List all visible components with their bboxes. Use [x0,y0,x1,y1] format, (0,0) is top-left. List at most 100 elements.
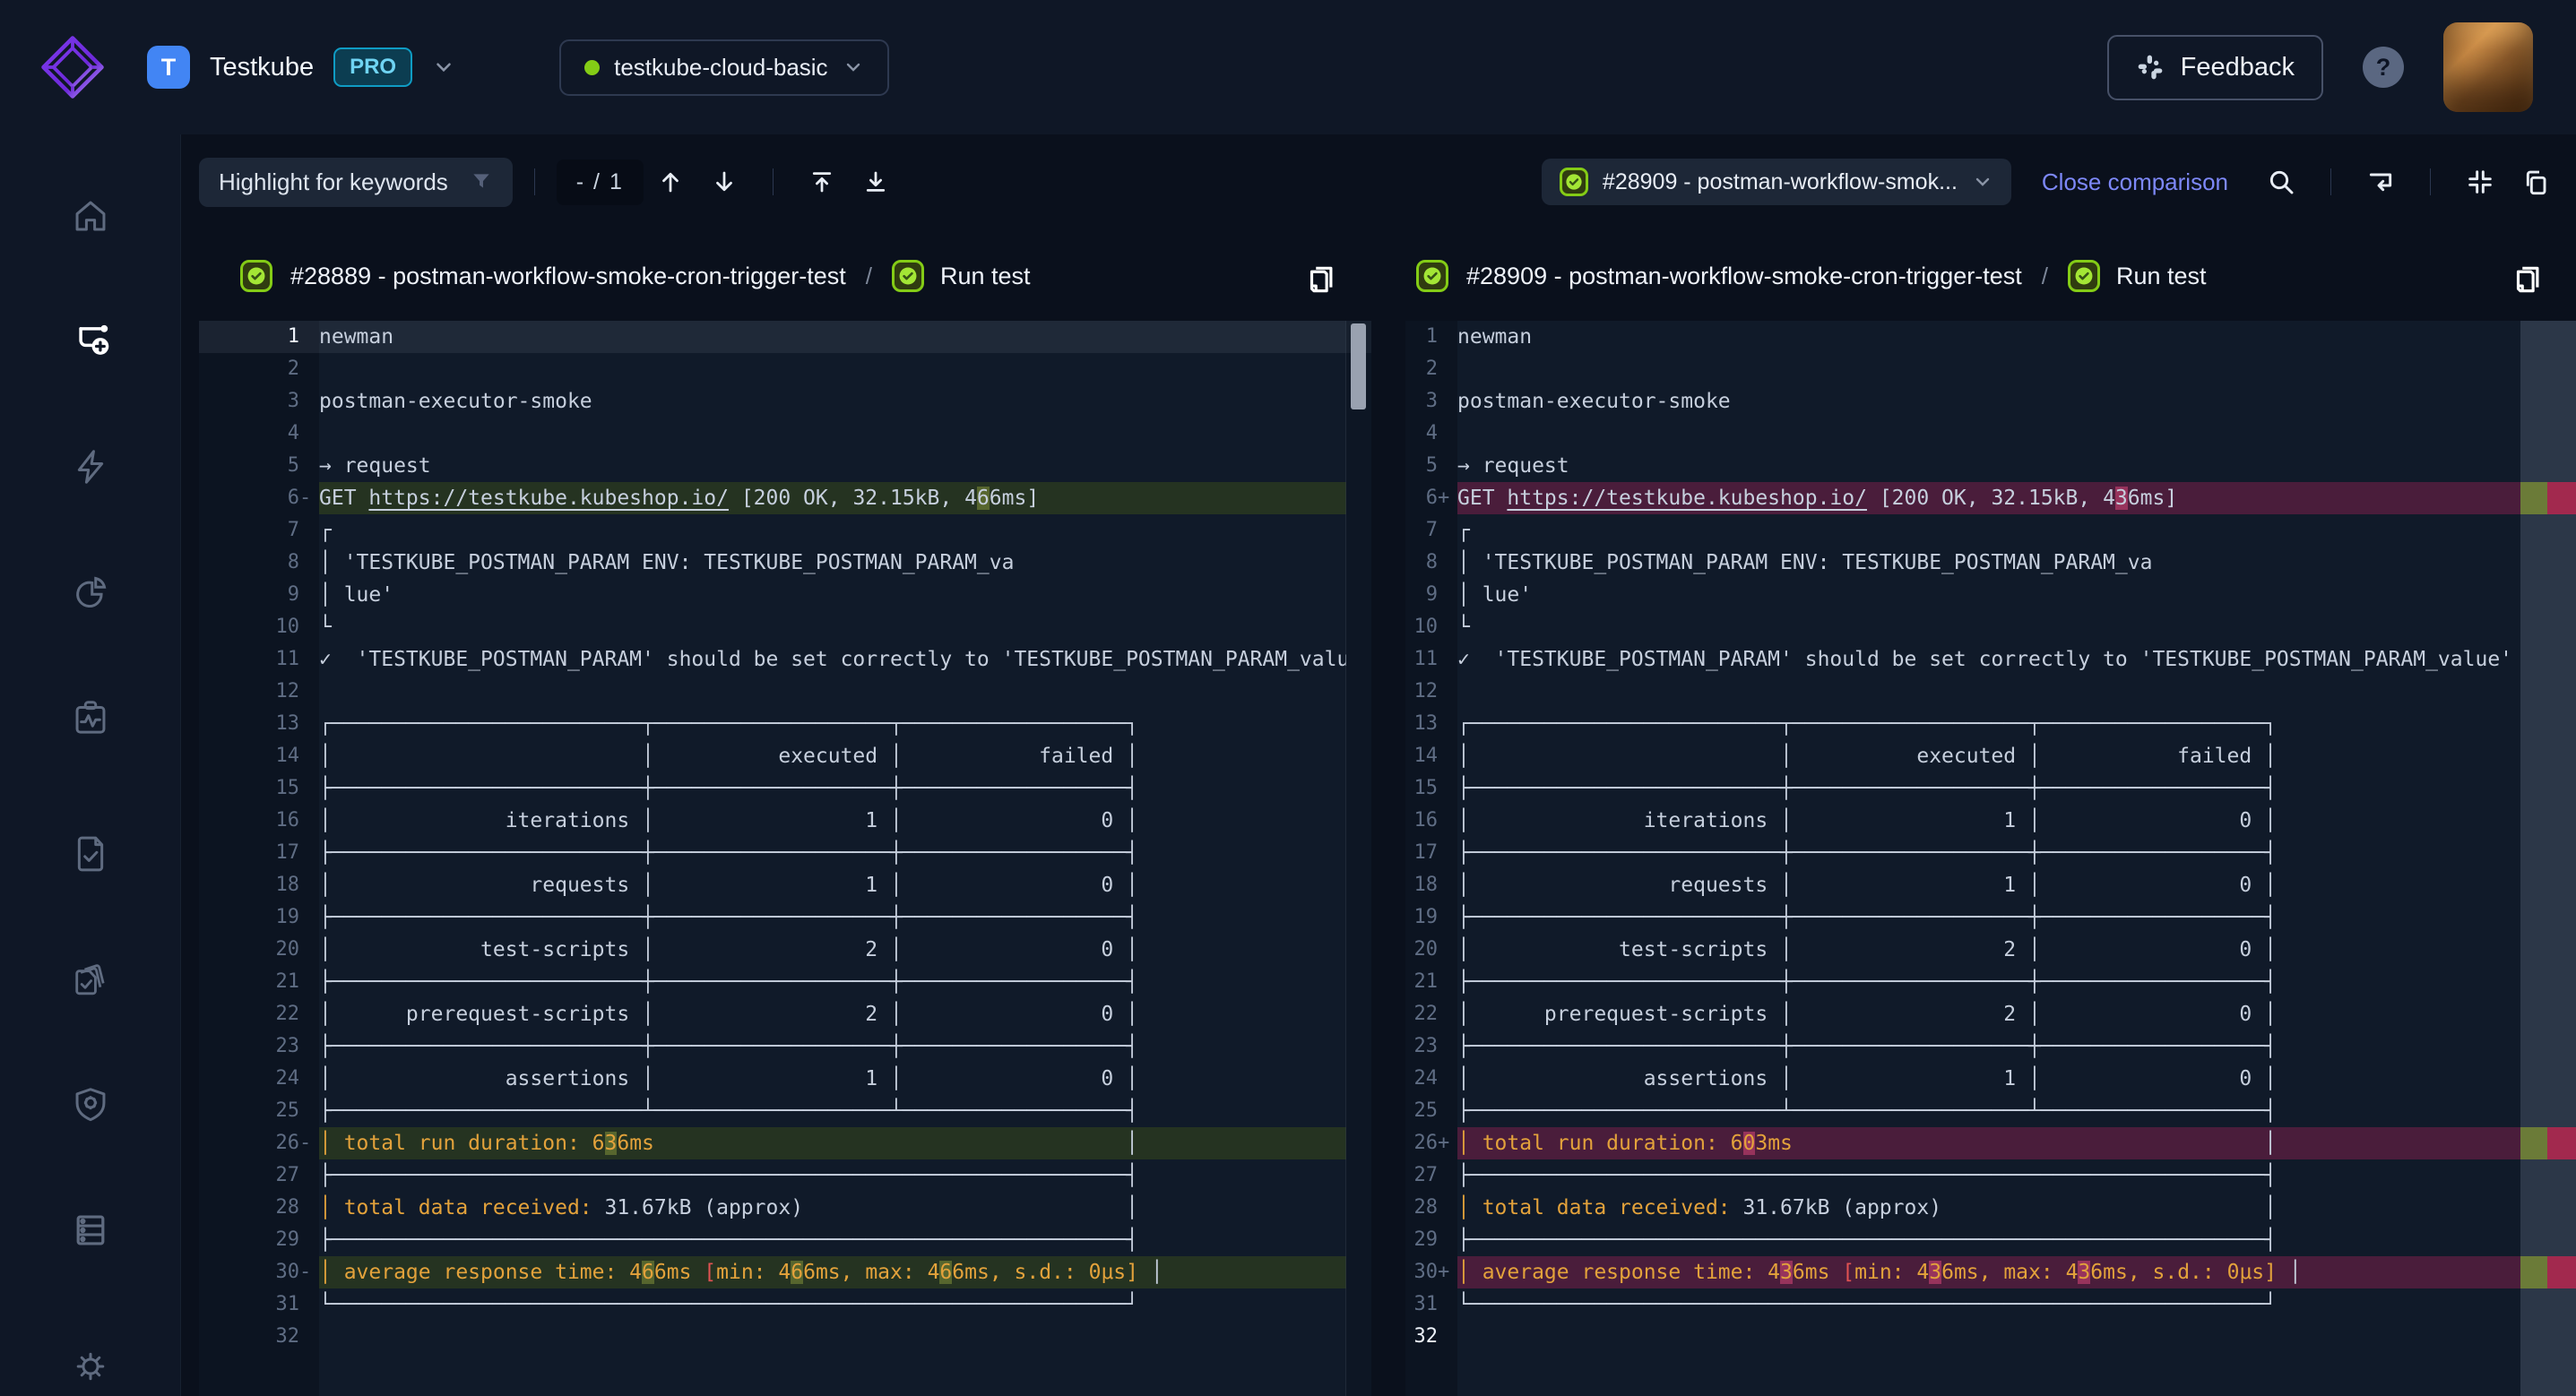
line-number: 21 [199,966,299,998]
toolbar-divider [773,168,774,195]
overview-ruler[interactable] [2520,321,2576,1396]
diff-marker [1438,514,1457,547]
log-text: │ total run duration: 603ms │ [1457,1127,2576,1159]
comparison-panels: #28889 - postman-workflow-smoke-cron-tri… [199,231,2576,1396]
diff-marker [299,353,319,385]
log-line: 31└─────────────────────────────────────… [199,1288,1371,1321]
diff-marker [299,611,319,643]
diff-mark-left [2520,1256,2547,1288]
scroll-to-top-button[interactable] [795,168,849,195]
feedback-button[interactable]: Feedback [2107,35,2323,100]
log-line: 9│ lue' [1405,579,2576,611]
line-number: 27 [199,1159,299,1192]
sidebar-item-settings[interactable] [70,1346,111,1387]
help-icon[interactable]: ? [2363,47,2404,88]
vertical-scrollbar[interactable] [1345,321,1371,1396]
comparison-run-label: #28909 - postman-workflow-smok... [1603,169,1958,195]
scroll-bottom-icon [862,168,889,195]
search-button[interactable] [2253,168,2309,196]
diff-marker: + [1438,1127,1457,1159]
previous-match-button[interactable] [644,168,697,195]
line-number: 32 [199,1321,299,1353]
step-name[interactable]: Run test [2116,263,2207,290]
diff-marker [1438,1159,1457,1192]
sidebar-item-test-workflows[interactable] [69,321,112,362]
line-number: 29 [199,1224,299,1256]
testkube-logo-icon[interactable] [39,34,106,100]
diff-marker [299,934,319,966]
next-match-button[interactable] [697,168,751,195]
log-line: 1newman [1405,321,2576,353]
sidebar-item-triggers[interactable] [70,446,111,487]
sidebar-item-home[interactable] [70,195,111,237]
execution-name[interactable]: #28909 - postman-workflow-smoke-cron-tri… [1466,263,2022,290]
log-text [319,676,1346,708]
sidebar-item-executors[interactable] [70,1084,111,1125]
log-line: 5→ request [199,450,1371,482]
diff-marker [299,708,319,740]
line-number: 6 [1405,482,1438,514]
org-selector[interactable]: T Testkube PRO [147,46,455,89]
sidebar-item-status-pages[interactable] [70,697,111,738]
line-number: 1 [199,321,299,353]
log-line: 16│ iterations │ 1 │ 0 │ [1405,805,2576,837]
diff-marker: - [299,1256,319,1288]
line-number: 10 [199,611,299,643]
word-wrap-button[interactable] [2353,168,2408,196]
line-number: 24 [1405,1063,1438,1095]
log-text: GET https://testkube.kubeshop.io/ [200 O… [1457,482,2576,514]
line-number: 12 [1405,676,1438,708]
log-text [319,418,1346,450]
log-text: │ assertions │ 1 │ 0 │ [1457,1063,2576,1095]
scrollbar-thumb[interactable] [1351,323,1366,409]
log-text: ├─────────────────────────┴─────────────… [319,1095,1346,1127]
home-icon [70,195,111,237]
diff-mark-left [2520,1127,2547,1159]
line-number: 14 [1405,740,1438,772]
arrow-down-icon [711,168,738,195]
left-panel-header: #28889 - postman-workflow-smoke-cron-tri… [199,231,1371,321]
log-line: 27├─────────────────────────────────────… [1405,1159,2576,1192]
collapse-view-button[interactable] [2452,168,2508,196]
user-avatar[interactable] [2443,22,2533,112]
log-viewer[interactable]: 1newman23postman-executor-smoke45→ reque… [199,321,1371,1396]
run-status-icon [240,260,272,292]
log-text: ┌─────────────────────────┬─────────────… [1457,708,2576,740]
toolbar-divider [2430,168,2431,195]
log-text: │ iterations │ 1 │ 0 │ [1457,805,2576,837]
diff-marker [1438,611,1457,643]
execution-name[interactable]: #28889 - postman-workflow-smoke-cron-tri… [290,263,846,290]
header-actions: Feedback ? [2107,22,2576,112]
log-line: 30+│ average response time: 436ms [min: … [1405,1256,2576,1288]
sidebar-item-sources[interactable] [70,1210,111,1251]
log-viewer[interactable]: 1newman23postman-executor-smoke45→ reque… [1405,321,2576,1396]
copy-icon [2521,168,2550,196]
log-text: ├─────────────────────────┼─────────────… [1457,966,2576,998]
line-number: 13 [199,708,299,740]
copy-log-button[interactable] [2510,259,2544,293]
log-line: 23├─────────────────────────┼───────────… [199,1030,1371,1063]
sidebar-item-insights[interactable] [70,572,111,613]
log-text: ├───────────────────────────────────────… [1457,1224,2576,1256]
log-text: └ [319,611,1346,643]
copy-log-button[interactable] [1303,259,1337,293]
step-name[interactable]: Run test [940,263,1031,290]
close-comparison-link[interactable]: Close comparison [2042,168,2228,196]
line-number: 16 [199,805,299,837]
diff-marker: + [1438,1256,1457,1288]
sidebar-item-test-suites[interactable] [69,959,112,1000]
insights-icon [70,572,111,613]
copy-all-button[interactable] [2508,168,2563,196]
keyword-highlight-input[interactable]: Highlight for keywords [199,158,513,207]
line-number: 15 [199,772,299,805]
scroll-to-bottom-button[interactable] [849,168,903,195]
comparison-run-selector[interactable]: #28909 - postman-workflow-smok... [1542,159,2011,205]
sidebar-item-tests[interactable] [70,833,111,875]
log-line: 10└ [1405,611,2576,643]
toolbar-divider [2330,168,2331,195]
environment-selector[interactable]: testkube-cloud-basic [559,39,888,96]
step-status-icon [2068,260,2100,292]
line-number: 20 [1405,934,1438,966]
line-number: 4 [199,418,299,450]
diff-marker [1438,450,1457,482]
